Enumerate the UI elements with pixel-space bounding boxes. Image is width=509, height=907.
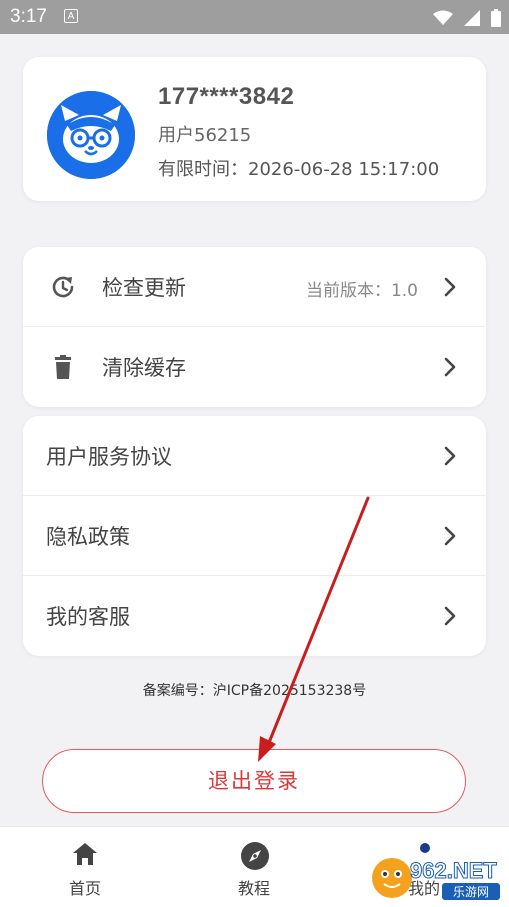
user-agreement-label: 用户服务协议 bbox=[46, 445, 172, 469]
site-watermark: 962.NET 乐游网 bbox=[370, 850, 505, 902]
profile-card: 177****3842 用户56215 有限时间：2026-06-28 15:1… bbox=[23, 57, 486, 201]
customer-service-row[interactable]: 我的客服 bbox=[23, 576, 486, 656]
customer-service-label: 我的客服 bbox=[46, 605, 130, 629]
privacy-policy-label: 隐私政策 bbox=[46, 525, 130, 549]
clear-cache-label: 清除缓存 bbox=[102, 356, 186, 380]
tab-tutorial-label: 教程 bbox=[237, 879, 270, 898]
compass-icon bbox=[241, 842, 269, 870]
links-card: 用户服务协议 隐私政策 我的客服 bbox=[23, 416, 486, 656]
expire-value: 2026-06-28 15:17:00 bbox=[248, 159, 440, 180]
icp-record: 备案编号：沪ICP备2025153238号 bbox=[142, 683, 367, 699]
chevron-right-icon bbox=[444, 446, 456, 466]
privacy-policy-row[interactable]: 隐私政策 bbox=[23, 496, 486, 576]
status-bar: 3:17 A bbox=[0, 0, 509, 34]
tab-home[interactable]: 首页 bbox=[25, 827, 145, 907]
signal-icon bbox=[463, 9, 480, 26]
status-time: 3:17 bbox=[10, 6, 47, 27]
home-icon bbox=[73, 843, 97, 865]
raccoon-mascot-icon bbox=[47, 91, 135, 179]
expire-time: 有限时间：2026-06-28 15:17:00 bbox=[158, 155, 439, 181]
user-agreement-row[interactable]: 用户服务协议 bbox=[23, 416, 486, 496]
notification-icon: A bbox=[64, 9, 78, 23]
avatar[interactable] bbox=[47, 91, 135, 179]
trash-icon bbox=[55, 355, 71, 379]
logout-button[interactable]: 退出登录 bbox=[42, 749, 466, 813]
chevron-right-icon bbox=[444, 277, 456, 297]
user-name: 用户56215 bbox=[158, 125, 252, 146]
watermark-sub: 乐游网 bbox=[453, 885, 489, 899]
check-update-label: 检查更新 bbox=[102, 276, 186, 300]
tab-tutorial[interactable]: 教程 bbox=[194, 827, 314, 907]
chevron-right-icon bbox=[444, 526, 456, 546]
chevron-right-icon bbox=[444, 357, 456, 377]
chevron-right-icon bbox=[444, 606, 456, 626]
battery-icon bbox=[491, 8, 501, 27]
tab-home-label: 首页 bbox=[68, 879, 101, 898]
watermark-main: 962.NET bbox=[410, 858, 497, 883]
expire-label: 有限时间： bbox=[158, 159, 248, 180]
check-update-row[interactable]: 检查更新 当前版本：1.0 bbox=[23, 247, 486, 327]
refresh-clock-icon bbox=[52, 276, 74, 298]
version-value: 当前版本：1.0 bbox=[305, 281, 418, 301]
clear-cache-row[interactable]: 清除缓存 bbox=[23, 327, 486, 407]
settings-card: 检查更新 当前版本：1.0 清除缓存 bbox=[23, 247, 486, 407]
status-icons bbox=[427, 7, 501, 27]
watermark-logo-icon: 962.NET 乐游网 bbox=[372, 858, 500, 900]
phone-number: 177****3842 bbox=[158, 83, 295, 110]
wifi-icon bbox=[432, 10, 453, 25]
